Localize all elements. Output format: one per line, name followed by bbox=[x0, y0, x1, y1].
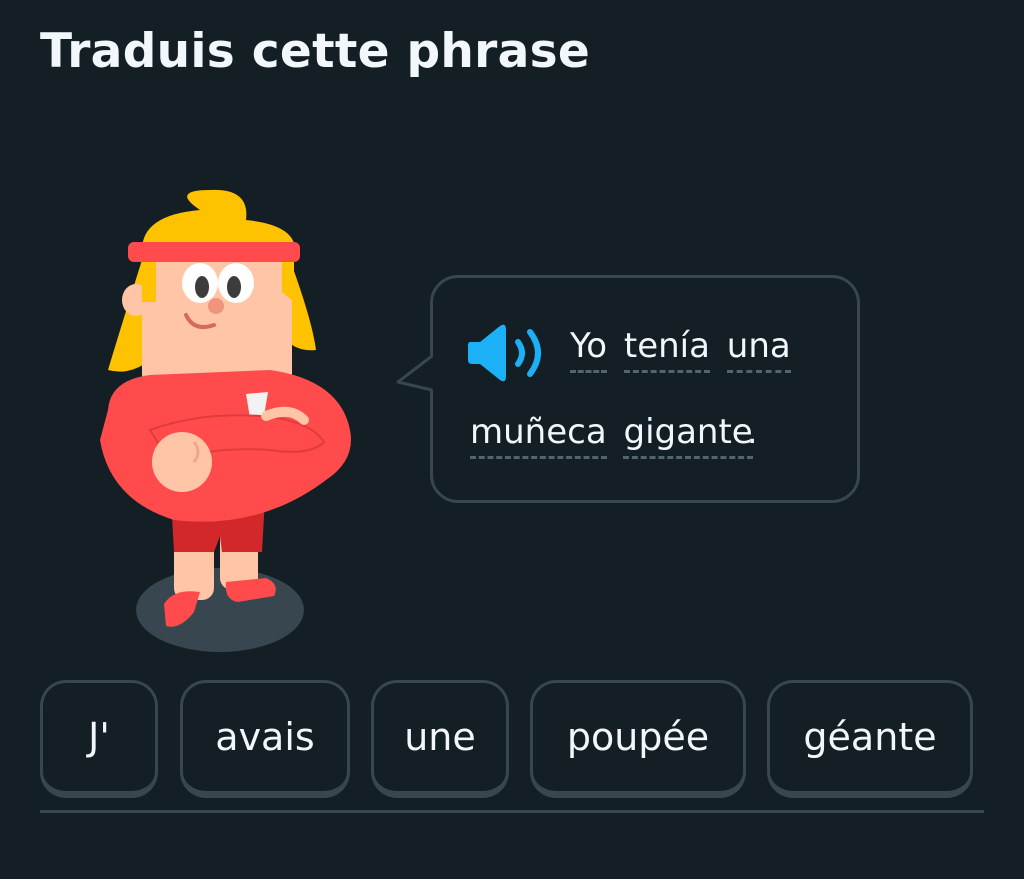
word-tile[interactable]: avais bbox=[180, 680, 350, 798]
speaker-icon[interactable] bbox=[466, 322, 550, 384]
speech-bubble-tail bbox=[396, 354, 434, 392]
prompt-punctuation: . bbox=[746, 412, 758, 452]
character-illustration bbox=[100, 189, 351, 652]
prompt-line-1: Yo tenía una bbox=[570, 324, 791, 373]
prompt-word[interactable]: tenía bbox=[623, 324, 710, 373]
answer-area-divider bbox=[40, 810, 984, 813]
word-tile[interactable]: poupée bbox=[530, 680, 746, 798]
word-tile[interactable]: J' bbox=[40, 680, 158, 798]
prompt-word[interactable]: muñeca bbox=[470, 410, 607, 459]
prompt-word[interactable]: una bbox=[726, 324, 791, 373]
prompt-word[interactable]: gigante bbox=[623, 410, 753, 459]
word-tile[interactable]: géante bbox=[767, 680, 973, 798]
speech-bubble bbox=[430, 275, 860, 503]
page-title: Traduis cette phrase bbox=[40, 24, 591, 79]
prompt-word[interactable]: Yo bbox=[570, 324, 608, 373]
word-tile[interactable]: une bbox=[371, 680, 509, 798]
prompt-line-2: muñeca gigante. bbox=[470, 410, 758, 459]
